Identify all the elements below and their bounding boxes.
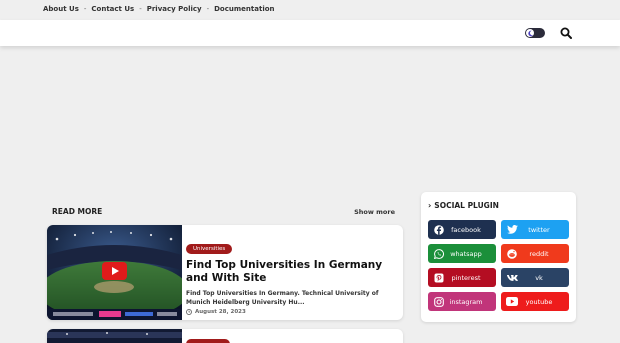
vk-icon xyxy=(503,274,521,281)
widget-title-text: SOCIAL PLUGIN xyxy=(434,201,499,210)
read-more-section-header: READ MORE Show more xyxy=(52,206,397,218)
post-snippet: Find Top Universities In Germany. Techni… xyxy=(186,290,379,306)
facebook-icon xyxy=(430,224,448,235)
social-label: twitter xyxy=(528,225,550,234)
pinterest-icon xyxy=(430,273,448,283)
youtube-button[interactable]: youtube xyxy=(501,292,569,311)
post-card[interactable] xyxy=(47,329,403,343)
whatsapp-icon xyxy=(430,248,448,259)
social-plugin-widget: › SOCIAL PLUGIN facebook twitter whatsap… xyxy=(421,192,576,322)
twitter-button[interactable]: twitter xyxy=(501,220,569,239)
about-us-link[interactable]: About Us xyxy=(43,5,79,13)
instagram-icon xyxy=(430,296,448,307)
post-date: August 28, 2023 xyxy=(186,309,396,315)
chevron-right-icon: › xyxy=(428,201,432,210)
section-title: READ MORE xyxy=(52,207,103,216)
facebook-button[interactable]: facebook xyxy=(428,220,496,239)
social-label: vk xyxy=(535,273,543,282)
post-card[interactable]: Universities Find Top Universities In Ge… xyxy=(47,225,403,320)
social-label: pinterest xyxy=(451,273,481,282)
post-category-badge[interactable] xyxy=(186,339,230,343)
search-icon xyxy=(560,27,572,39)
vk-button[interactable]: vk xyxy=(501,268,569,287)
post-title[interactable]: Find Top Universities In Germany and Wit… xyxy=(186,259,396,285)
social-label: reddit xyxy=(529,249,549,258)
privacy-policy-link[interactable]: Privacy Policy xyxy=(147,5,202,13)
post-body: Universities Find Top Universities In Ge… xyxy=(186,235,396,315)
dark-mode-toggle[interactable] xyxy=(525,28,545,38)
nav-separator: - xyxy=(206,5,210,13)
moon-icon xyxy=(526,29,534,37)
contact-us-link[interactable]: Contact Us xyxy=(91,5,134,13)
twitter-icon xyxy=(503,225,521,234)
social-label: youtube xyxy=(525,297,553,306)
site-header xyxy=(0,20,620,46)
post-thumbnail[interactable] xyxy=(47,225,182,320)
clock-icon xyxy=(186,309,192,315)
widget-title: › SOCIAL PLUGIN xyxy=(428,201,499,210)
instagram-button[interactable]: instagram xyxy=(428,292,496,311)
whatsapp-button[interactable]: whatsapp xyxy=(428,244,496,263)
post-thumbnail[interactable] xyxy=(47,329,182,343)
reddit-button[interactable]: reddit xyxy=(501,244,569,263)
social-label: facebook xyxy=(451,225,481,234)
nav-separator: - xyxy=(139,5,142,13)
social-label: whatsapp xyxy=(450,249,482,258)
documentation-link[interactable]: Documentation xyxy=(214,5,274,13)
social-label: instagram xyxy=(449,297,483,306)
pinterest-button[interactable]: pinterest xyxy=(428,268,496,287)
youtube-icon xyxy=(503,297,521,306)
video-play-icon[interactable] xyxy=(102,262,127,280)
top-nav-links: About Us - Contact Us - Privacy Policy -… xyxy=(43,5,275,13)
post-category-badge[interactable]: Universities xyxy=(186,244,233,254)
nav-separator: - xyxy=(83,5,87,13)
reddit-icon xyxy=(503,248,521,259)
top-bar: About Us - Contact Us - Privacy Policy -… xyxy=(0,0,620,20)
post-date-text: August 28, 2023 xyxy=(195,309,246,315)
show-more-link[interactable]: Show more xyxy=(354,208,395,216)
search-button[interactable] xyxy=(559,26,573,40)
